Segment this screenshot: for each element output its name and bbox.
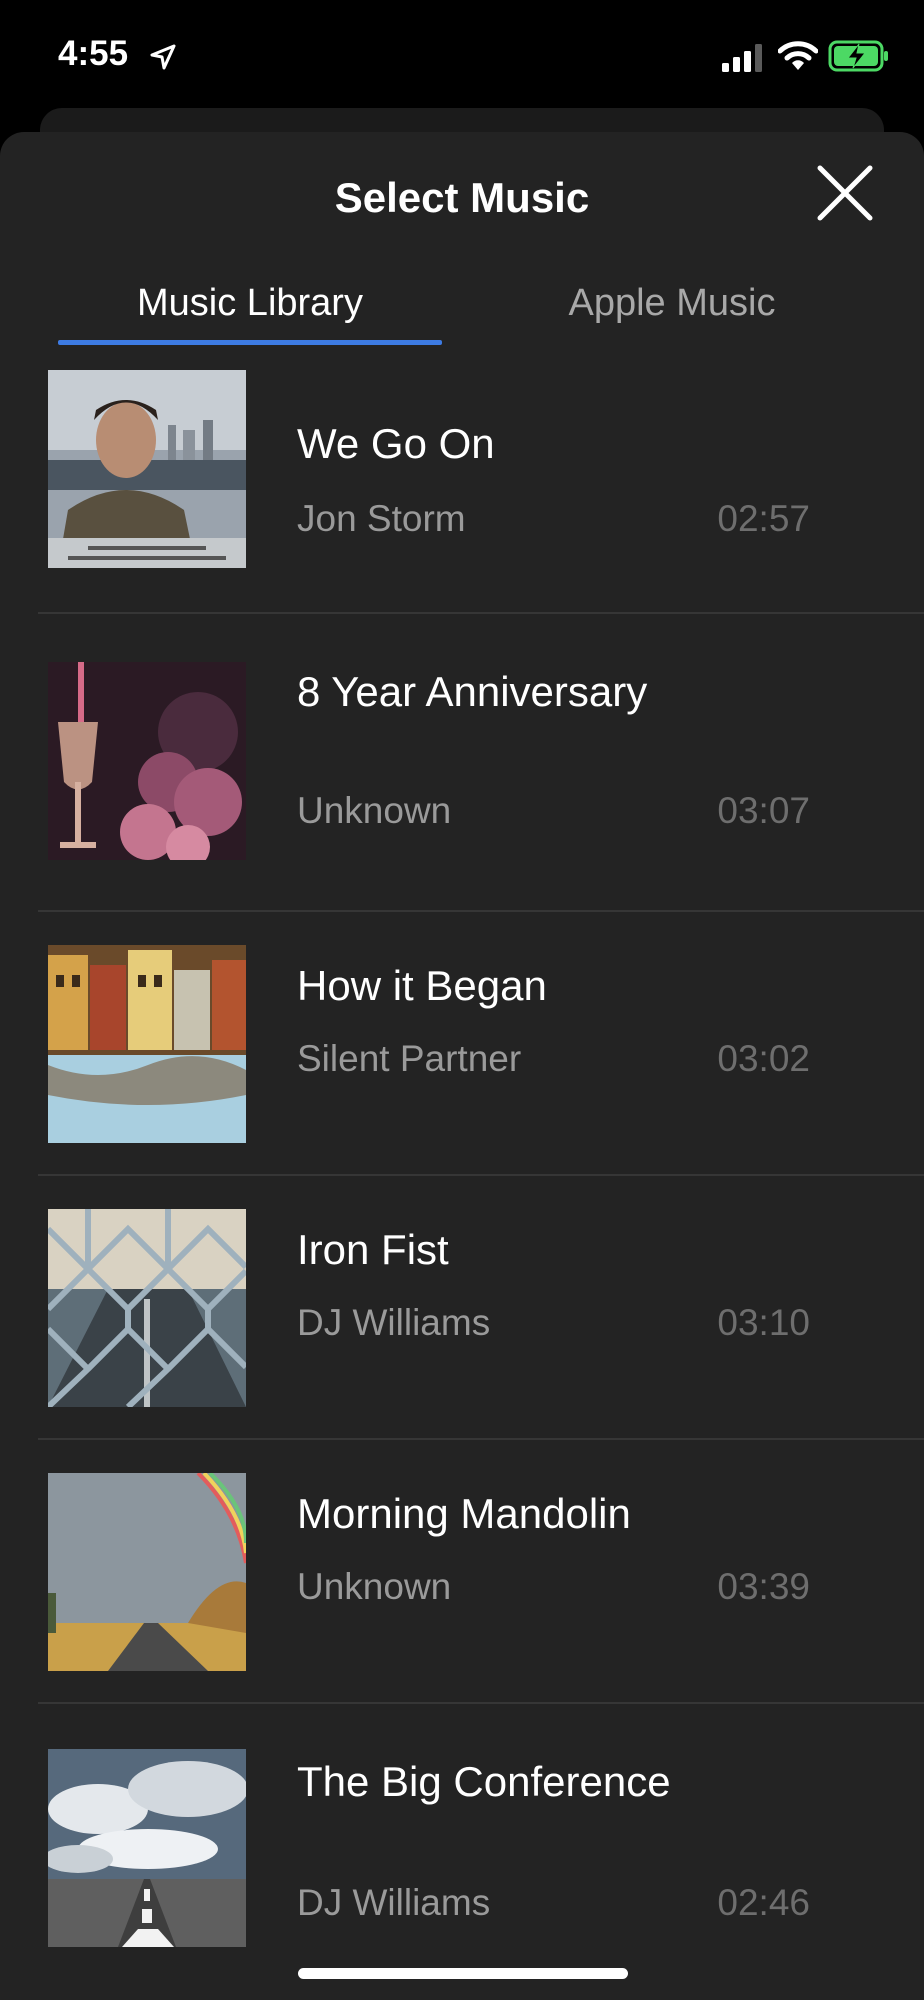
- track-artist: DJ Williams: [297, 1882, 491, 1923]
- track-row[interactable]: 8 Year Anniversary Unknown 03:07: [0, 614, 924, 912]
- select-music-sheet: Select Music Music Library Apple Music W…: [0, 132, 924, 2000]
- track-duration: 02:57: [717, 498, 810, 539]
- active-tab-indicator: [58, 340, 442, 345]
- track-title: 8 Year Anniversary: [297, 668, 648, 715]
- track-artist: Unknown: [297, 1566, 452, 1607]
- album-art: [48, 370, 246, 568]
- battery-charging-icon: [828, 40, 888, 72]
- album-art: [48, 662, 246, 860]
- track-row[interactable]: The Big Conference DJ Williams 02:46: [0, 1704, 924, 2000]
- track-artist: Silent Partner: [297, 1038, 522, 1079]
- track-artist: Jon Storm: [297, 498, 466, 539]
- status-time: 4:55: [58, 34, 129, 73]
- track-title: How it Began: [297, 962, 547, 1009]
- track-row[interactable]: Morning Mandolin Unknown 03:39: [0, 1440, 924, 1704]
- home-indicator[interactable]: [298, 1968, 628, 1979]
- track-title: Morning Mandolin: [297, 1490, 631, 1537]
- album-art: [48, 1209, 246, 1407]
- track-duration: 02:46: [717, 1882, 810, 1923]
- wifi-icon: [778, 41, 818, 70]
- album-art: [48, 945, 246, 1143]
- track-row[interactable]: We Go On Jon Storm 02:57: [0, 370, 924, 614]
- sheet-title: Select Music: [334, 174, 590, 221]
- track-title: Iron Fist: [297, 1226, 449, 1273]
- track-duration: 03:39: [717, 1566, 810, 1607]
- track-title: We Go On: [297, 420, 495, 467]
- tab-music-library[interactable]: Music Library: [58, 282, 442, 325]
- track-duration: 03:02: [717, 1038, 810, 1079]
- track-duration: 03:10: [717, 1302, 810, 1343]
- cellular-signal-icon: [722, 44, 762, 72]
- track-title: The Big Conference: [297, 1758, 671, 1805]
- track-artist: Unknown: [297, 790, 452, 831]
- track-artist: DJ Williams: [297, 1302, 491, 1343]
- album-art: [48, 1749, 246, 1947]
- tab-apple-music[interactable]: Apple Music: [480, 282, 864, 325]
- track-row[interactable]: How it Began Silent Partner 03:02: [0, 912, 924, 1176]
- track-row[interactable]: Iron Fist DJ Williams 03:10: [0, 1176, 924, 1440]
- close-icon[interactable]: [812, 160, 878, 226]
- track-duration: 03:07: [717, 790, 810, 831]
- location-arrow-icon: [150, 44, 176, 70]
- status-bar: 4:55: [0, 0, 924, 110]
- album-art: [48, 1473, 246, 1671]
